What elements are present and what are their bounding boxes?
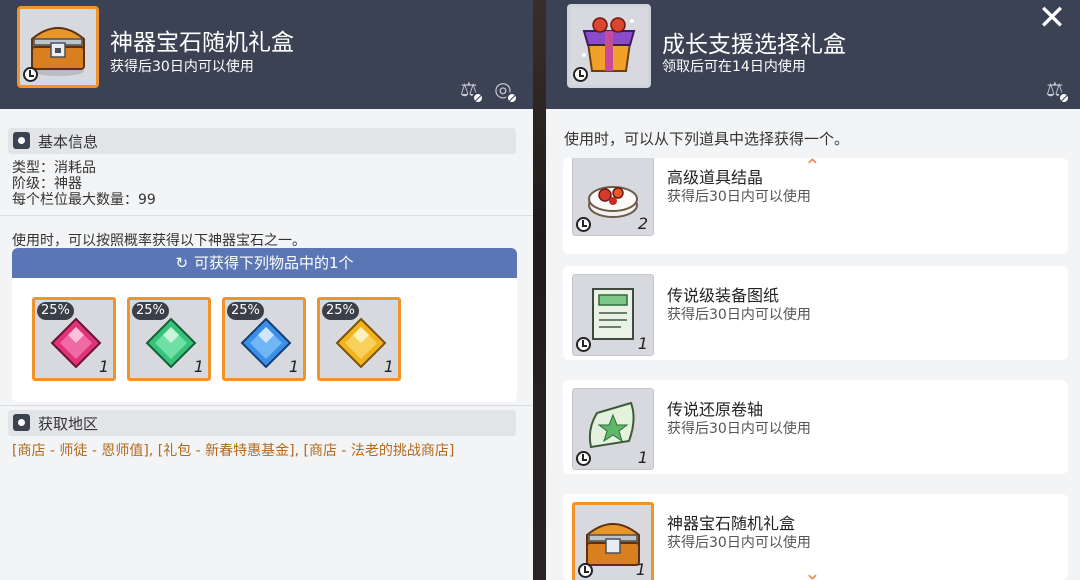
select-box-panel: 成长支援选择礼盒 领取后可在14日内使用 ⚖ ✕ 使用时，可以从下列道具中选择获…: [546, 0, 1080, 580]
choice-item-name: 传说还原卷轴: [667, 400, 764, 419]
clock-icon: [578, 563, 593, 578]
gem-slot-green[interactable]: 25% 1: [127, 297, 211, 381]
clock-icon: [573, 67, 588, 82]
item-header: 神器宝石随机礼盒 获得后30日内可以使用 ⚖ ◎: [0, 0, 533, 109]
choice-description: 使用时，可以从下列道具中选择获得一个。: [564, 130, 850, 148]
choice-item-card[interactable]: 1 传说级装备图纸 获得后30日内可以使用: [563, 266, 1068, 360]
clock-icon: [576, 337, 591, 352]
scroll-up-chevron-icon[interactable]: ⌃: [804, 156, 821, 176]
yellow-gem-icon: [335, 317, 387, 369]
storage-restricted-icon: ◎: [490, 76, 518, 104]
blue-gem-icon: [240, 317, 292, 369]
choice-item-name: 高级道具结晶: [667, 168, 764, 187]
trade-restricted-icon: ⚖: [456, 76, 484, 104]
use-description: 使用时，可以按照概率获得以下神器宝石之一。: [12, 233, 306, 249]
info-max-stack: 每个栏位最大数量：99: [12, 192, 156, 208]
choice-item-validity: 获得后30日内可以使用: [667, 535, 811, 551]
location-pin-icon: [13, 414, 30, 431]
treasure-chest-icon: 1: [572, 502, 654, 580]
basic-info-header: 基本信息: [8, 128, 516, 154]
box-title: 成长支援选择礼盒: [662, 32, 846, 58]
clock-icon: [576, 451, 591, 466]
choice-item-validity: 获得后30日内可以使用: [667, 421, 811, 437]
source-header: 获取地区: [8, 410, 516, 436]
box-header: 成长支援选择礼盒 领取后可在14日内使用 ⚖ ✕: [546, 0, 1080, 109]
item-detail-panel: 神器宝石随机礼盒 获得后30日内可以使用 ⚖ ◎ 基本信息 类型：消耗品 阶级：…: [0, 0, 533, 580]
info-type: 类型：消耗品: [12, 160, 96, 176]
bag-icon: [13, 132, 30, 149]
item-validity: 获得后30日内可以使用: [110, 59, 254, 75]
gem-slot-yellow[interactable]: 25% 1: [317, 297, 401, 381]
clock-icon: [23, 67, 38, 82]
panel-divider: [533, 0, 546, 580]
box-validity: 领取后可在14日内使用: [662, 59, 806, 75]
green-gem-icon: [145, 317, 197, 369]
magenta-gem-icon: [50, 317, 102, 369]
item-title: 神器宝石随机礼盒: [110, 30, 294, 56]
gift-box-icon: [567, 4, 651, 88]
choice-item-card[interactable]: 1 传说还原卷轴 获得后30日内可以使用: [563, 380, 1068, 474]
blueprint-scroll-icon: 1: [572, 274, 654, 356]
gift-rotate-icon: ↻: [175, 254, 189, 272]
close-icon[interactable]: ✕: [1034, 1, 1070, 38]
restore-scroll-icon: 1: [572, 388, 654, 470]
gem-slot-blue[interactable]: 25% 1: [222, 297, 306, 381]
choice-item-validity: 获得后30日内可以使用: [667, 307, 811, 323]
divider: [0, 215, 533, 216]
choice-item-name: 神器宝石随机礼盒: [667, 514, 796, 533]
trade-restricted-icon: ⚖: [1042, 76, 1070, 104]
reward-box: ↻ 可获得下列物品中的1个 25% 1 25% 1 25% 1 25% 1: [12, 248, 517, 402]
clock-icon: [576, 217, 591, 232]
crystal-cake-icon: 2: [572, 158, 654, 236]
divider: [0, 405, 533, 406]
scroll-down-chevron-icon[interactable]: ⌃: [804, 560, 821, 580]
choice-item-name: 传说级装备图纸: [667, 286, 780, 305]
reward-bar: ↻ 可获得下列物品中的1个: [12, 248, 517, 278]
source-list[interactable]: [商店 - 师徒 - 恩师值], [礼包 - 新春特惠基金], [商店 - 法老…: [12, 440, 454, 460]
gem-slot-magenta[interactable]: 25% 1: [32, 297, 116, 381]
treasure-chest-icon: [17, 6, 99, 88]
info-grade: 阶级：神器: [12, 176, 82, 192]
choice-item-validity: 获得后30日内可以使用: [667, 189, 811, 205]
